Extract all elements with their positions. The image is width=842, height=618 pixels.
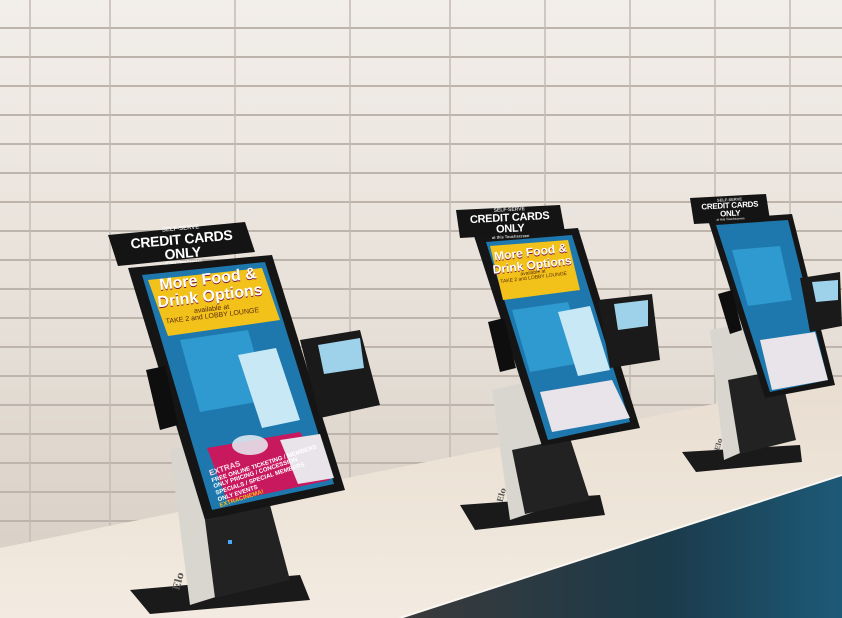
kiosk-3: [682, 194, 842, 472]
kiosks-illustration: [108, 194, 842, 614]
kiosk-3-sign: SELF-SERVE CREDIT CARDS ONLY at this Tou…: [691, 196, 768, 223]
kiosk-2-sign: SELF-SERVE CREDIT CARDS ONLY at this Tou…: [457, 205, 562, 241]
kiosk-photo: SELF-SERVE CREDIT CARDS ONLY at this Tou…: [0, 0, 842, 618]
